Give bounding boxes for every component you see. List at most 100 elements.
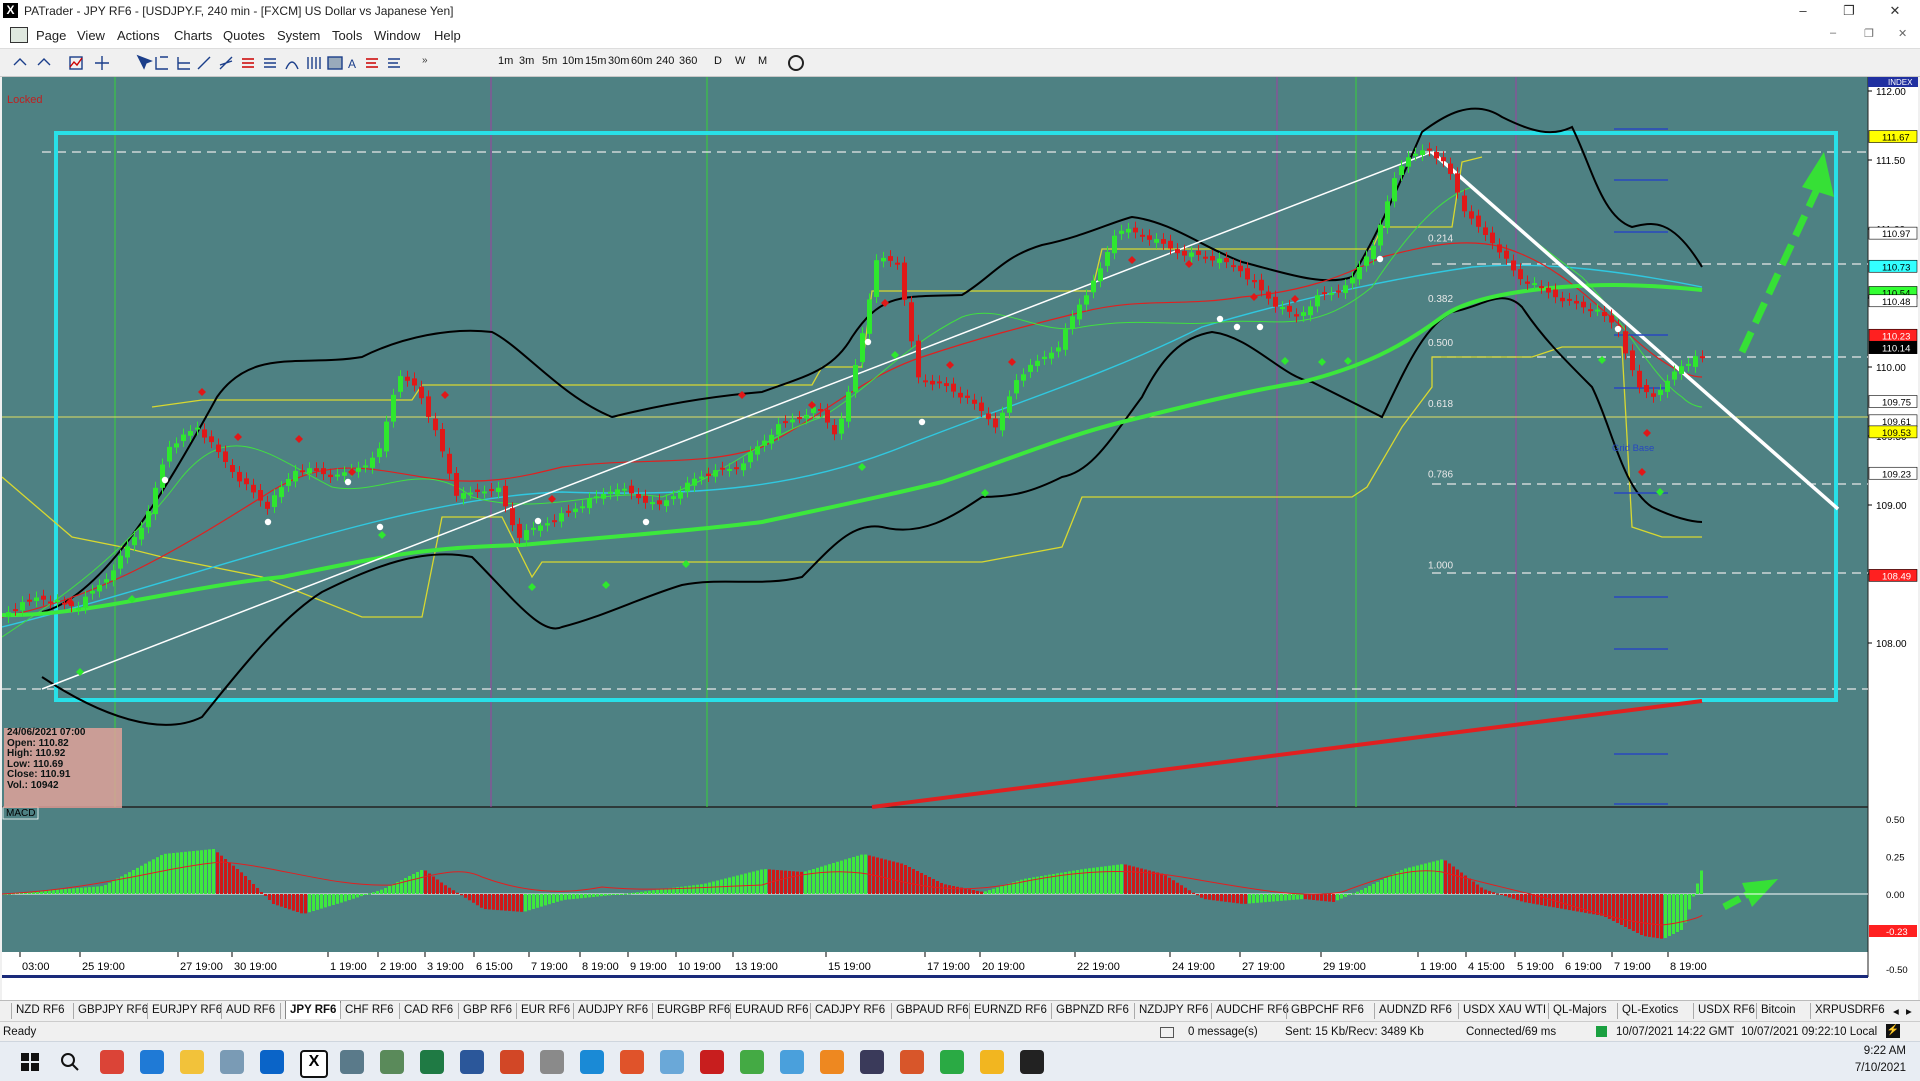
- restore-button[interactable]: ❐: [1826, 0, 1872, 22]
- tf-daily[interactable]: D: [714, 55, 722, 67]
- menu-help[interactable]: Help: [434, 28, 461, 43]
- white-dot-marker: [864, 338, 872, 346]
- symbol-tab[interactable]: GBPAUD RF6: [896, 1004, 969, 1016]
- search-icon[interactable]: [58, 1050, 82, 1074]
- symbol-tab[interactable]: USDX RF6: [1698, 1004, 1755, 1016]
- symbol-tab[interactable]: AUDCHF RF6: [1216, 1004, 1289, 1016]
- chrome-icon[interactable]: [100, 1050, 124, 1074]
- macd-bar: [1600, 894, 1603, 916]
- app-icon[interactable]: [900, 1050, 924, 1074]
- app-icon[interactable]: [940, 1050, 964, 1074]
- status-messages[interactable]: 0 message(s): [1188, 1026, 1258, 1038]
- folder-icon[interactable]: [180, 1050, 204, 1074]
- menu-window[interactable]: Window: [374, 28, 420, 43]
- edge-icon[interactable]: [140, 1050, 164, 1074]
- tf-60m[interactable]: 60m: [631, 55, 652, 67]
- symbol-tab[interactable]: QL-Exotics: [1622, 1004, 1678, 1016]
- mdi-restore-icon[interactable]: ❐: [1864, 27, 1874, 40]
- app-icon[interactable]: [820, 1050, 844, 1074]
- tf-360[interactable]: 360: [679, 55, 697, 67]
- close-button[interactable]: ✕: [1872, 0, 1918, 22]
- symbol-tab[interactable]: Bitcoin: [1761, 1004, 1796, 1016]
- tab-scroll-right-icon[interactable]: ▸: [1906, 1004, 1912, 1018]
- tf-15m[interactable]: 15m: [585, 55, 606, 67]
- symbol-tab[interactable]: NZD RF6: [16, 1004, 65, 1016]
- tf-weekly[interactable]: W: [735, 55, 745, 67]
- app-icon[interactable]: [580, 1050, 604, 1074]
- menu-view[interactable]: View: [77, 28, 105, 43]
- minimize-button[interactable]: –: [1780, 0, 1826, 22]
- app-icon[interactable]: [740, 1050, 764, 1074]
- mail-icon[interactable]: [1160, 1027, 1174, 1038]
- symbol-tab[interactable]: CADJPY RF6: [815, 1004, 885, 1016]
- excel-icon[interactable]: [420, 1050, 444, 1074]
- symbol-tab[interactable]: EURJPY RF6: [152, 1004, 222, 1016]
- candle-body: [118, 555, 123, 569]
- windows-icon[interactable]: [18, 1050, 42, 1074]
- page-chart-icon[interactable]: [10, 27, 28, 43]
- powerpoint-icon[interactable]: [500, 1050, 524, 1074]
- menu-quotes[interactable]: Quotes: [223, 28, 265, 43]
- tf-240[interactable]: 240: [656, 55, 674, 67]
- app-icon[interactable]: [220, 1050, 244, 1074]
- price-chart[interactable]: 0.214 0.382 0.500 0.618 0.786 1.000 Grid Base…: [1, 77, 1918, 1007]
- symbol-tab[interactable]: EURNZD RF6: [974, 1004, 1047, 1016]
- app-icon[interactable]: [660, 1050, 684, 1074]
- symbol-tab[interactable]: GBPNZD RF6: [1056, 1004, 1129, 1016]
- tf-monthly[interactable]: M: [758, 55, 767, 67]
- symbol-tab[interactable]: EURGBP RF6: [657, 1004, 730, 1016]
- outlook-icon[interactable]: [260, 1050, 284, 1074]
- macd-bar: [336, 894, 339, 904]
- symbol-tab[interactable]: EURAUD RF6: [735, 1004, 808, 1016]
- time-scrollbar[interactable]: [2, 975, 1868, 978]
- app-icon[interactable]: [700, 1050, 724, 1074]
- app-icon[interactable]: [860, 1050, 884, 1074]
- symbol-tab[interactable]: XRPUSDRF6: [1815, 1004, 1885, 1016]
- clock-icon[interactable]: [788, 55, 804, 71]
- symbol-tab[interactable]: JPY RF6: [285, 1001, 342, 1019]
- tf-1m[interactable]: 1m: [498, 55, 513, 67]
- macd-bar: [492, 894, 495, 910]
- symbol-tab[interactable]: GBPJPY RF6: [78, 1004, 148, 1016]
- symbol-tab[interactable]: AUD RF6: [226, 1004, 275, 1016]
- app-icon[interactable]: [380, 1050, 404, 1074]
- menu-system[interactable]: System: [277, 28, 320, 43]
- calculator-icon[interactable]: [340, 1050, 364, 1074]
- symbol-tab[interactable]: GBPCHF RF6: [1291, 1004, 1364, 1016]
- mdi-close-icon[interactable]: ✕: [1898, 27, 1907, 40]
- tray-time[interactable]: 9:22 AM: [1836, 1045, 1906, 1057]
- symbol-tab[interactable]: EUR RF6: [521, 1004, 570, 1016]
- word-icon[interactable]: [460, 1050, 484, 1074]
- patrader-icon[interactable]: X: [300, 1050, 328, 1078]
- tf-10m[interactable]: 10m: [562, 55, 583, 67]
- tab-scroll-left-icon[interactable]: ◂: [1893, 1004, 1899, 1018]
- symbol-tab[interactable]: USDX XAU WTI: [1463, 1004, 1546, 1016]
- app-icon[interactable]: [980, 1050, 1004, 1074]
- mdi-minimize-icon[interactable]: –: [1830, 27, 1836, 39]
- symbol-tab[interactable]: AUDJPY RF6: [578, 1004, 648, 1016]
- symbol-tab[interactable]: CHF RF6: [345, 1004, 394, 1016]
- menu-tools[interactable]: Tools: [332, 28, 362, 43]
- symbol-tab[interactable]: CAD RF6: [404, 1004, 453, 1016]
- price-tag-label: 111.67: [1882, 133, 1910, 144]
- candle-body: [1273, 296, 1278, 307]
- app-icon[interactable]: [540, 1050, 564, 1074]
- app-icon[interactable]: [620, 1050, 644, 1074]
- tray-date[interactable]: 7/10/2021: [1836, 1062, 1906, 1074]
- tf-5m[interactable]: 5m: [542, 55, 557, 67]
- candle-body: [1539, 286, 1544, 289]
- symbol-tab[interactable]: QL-Majors: [1553, 1004, 1607, 1016]
- menu-actions[interactable]: Actions: [117, 28, 160, 43]
- menu-charts[interactable]: Charts: [174, 28, 212, 43]
- macd-bar: [1364, 888, 1367, 894]
- drawing-tools-icons[interactable]: A »: [10, 53, 470, 73]
- menu-page[interactable]: Page: [36, 28, 66, 43]
- tf-3m[interactable]: 3m: [519, 55, 534, 67]
- app-icon[interactable]: [780, 1050, 804, 1074]
- symbol-tab[interactable]: GBP RF6: [463, 1004, 512, 1016]
- app-icon[interactable]: [1020, 1050, 1044, 1074]
- symbol-tab[interactable]: AUDNZD RF6: [1379, 1004, 1452, 1016]
- symbol-tab[interactable]: NZDJPY RF6: [1139, 1004, 1208, 1016]
- tf-30m[interactable]: 30m: [608, 55, 629, 67]
- macd-bar: [1200, 894, 1203, 898]
